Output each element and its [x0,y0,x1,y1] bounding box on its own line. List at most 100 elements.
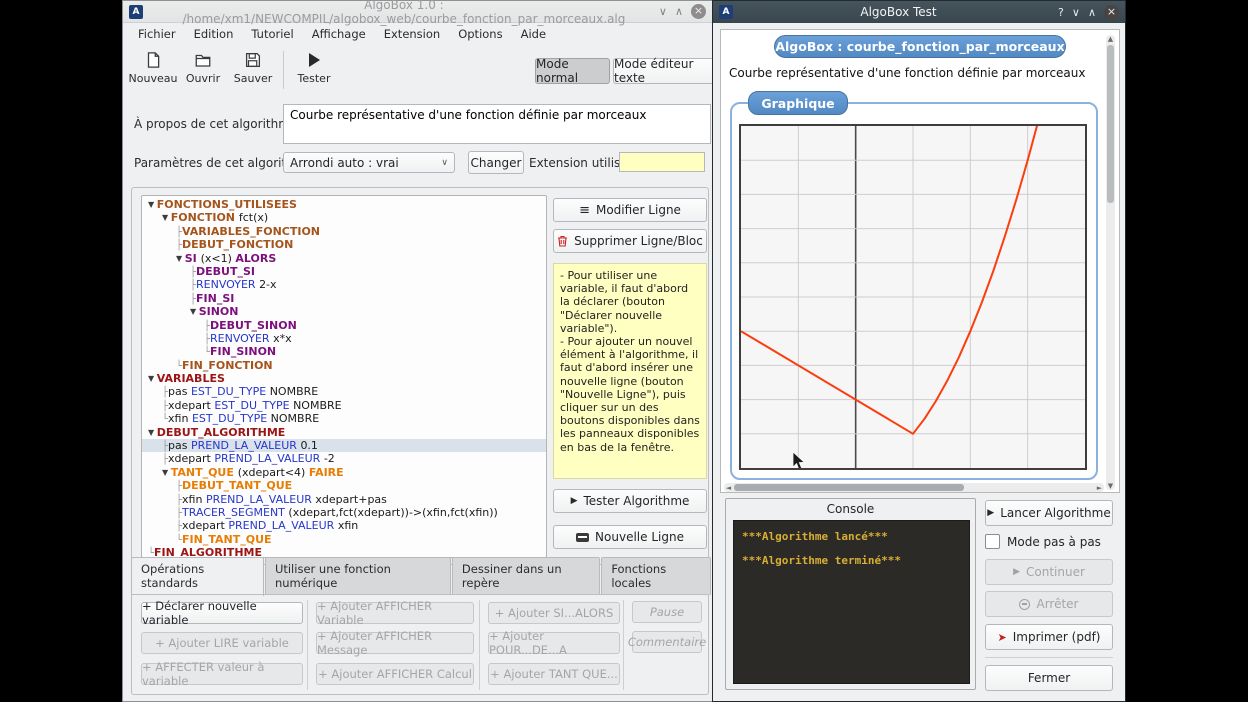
expand-icon[interactable]: ▼ [190,307,199,316]
tree-row[interactable]: ├FIN_SI [142,292,546,305]
tree-row[interactable]: ├xdepart PREND_LA_VALEUR -2 [142,452,546,465]
tree-row[interactable]: ├TRACER_SEGMENT (xdepart,fct(xdepart))->… [142,506,546,519]
tree-row[interactable]: ▼ SINON [142,305,546,318]
panel-button[interactable]: + AFFECTER valeur à variable [141,663,303,685]
tree-row[interactable]: ├xfin PREND_LA_VALEUR xdepart+pas [142,493,546,506]
tree-row[interactable]: ▼ FONCTIONS_UTILISEES [142,198,546,211]
panel-button[interactable]: + Ajouter AFFICHER Message [316,632,474,654]
tree-token: FAIRE [309,466,344,479]
mode-editor-button[interactable]: Mode éditeur texte [613,58,725,84]
tree-token: (xdepart<4) [238,466,309,479]
open-button[interactable]: Ouvrir [181,49,225,91]
panel-button[interactable]: + Ajouter TANT QUE... [488,663,620,685]
tree-row[interactable]: └FIN_SINON [142,345,546,358]
tab-fonctions[interactable]: Fonctions locales [601,557,711,595]
minimize-icon[interactable]: ∨ [659,6,667,17]
panel-button[interactable]: Pause [632,601,702,623]
tab-utiliser[interactable]: Utiliser une fonction numérique [265,557,451,595]
expand-icon[interactable]: ▼ [148,200,157,209]
algorithm-tree[interactable]: ▼ FONCTIONS_UTILISEES▼ FONCTION fct(x)├V… [141,195,547,558]
tree-row[interactable]: ├DEBUT_SINON [142,319,546,332]
expand-icon[interactable]: ▼ [162,213,171,222]
print-pdf-button[interactable]: ➤ Imprimer (pdf) [985,624,1113,650]
tab-dessiner[interactable]: Dessiner dans un repère [452,557,600,595]
panel-button[interactable]: + Ajouter LIRE variable [141,632,303,654]
stop-button[interactable]: Arrêter [985,591,1113,617]
vertical-scrollbar[interactable]: ▲ ▼ [1106,35,1115,490]
params-select[interactable]: Arrondi auto : vrai ∨ [283,152,455,173]
tree-row[interactable]: ├RENVOYER 2-x [142,278,546,291]
change-button[interactable]: Changer [468,151,524,174]
help-icon[interactable]: ? [1058,7,1064,18]
scroll-down-icon[interactable]: ▼ [1106,482,1115,490]
tree-row[interactable]: ├pas PREND_LA_VALEUR 0.1 [142,439,546,452]
graph-label-badge: Graphique [748,91,848,115]
menu-fichier[interactable]: Fichier [129,24,185,44]
close-button[interactable]: Fermer [985,665,1113,691]
tree-token: xdepart [182,519,228,532]
expand-icon[interactable]: ▼ [148,428,157,437]
panel-button[interactable]: + Déclarer nouvelle variable [141,602,303,624]
tree-row[interactable]: ├RENVOYER x*x [142,332,546,345]
expand-icon[interactable]: ▼ [162,468,171,477]
test-algorithm-button[interactable]: ▶ Tester Algorithme [553,489,707,513]
tree-row[interactable]: ▼ FONCTION fct(x) [142,211,546,224]
scroll-right-icon[interactable]: ► [1095,484,1104,492]
save-button[interactable]: Sauver [229,49,277,91]
menu-extension[interactable]: Extension [375,24,449,44]
tree-row[interactable]: └xfin EST_DU_TYPE NOMBRE [142,412,546,425]
menu-aide[interactable]: Aide [512,24,555,44]
tree-row[interactable]: ├xdepart EST_DU_TYPE NOMBRE [142,399,546,412]
maximize-icon[interactable]: ∧ [1088,7,1096,18]
scrollbar-thumb[interactable] [1107,45,1114,203]
scroll-left-icon[interactable]: ◄ [724,484,733,492]
tree-row[interactable]: ├DEBUT_SI [142,265,546,278]
tree-row[interactable]: ├xdepart PREND_LA_VALEUR xfin [142,519,546,532]
tree-token: PREND_LA_VALEUR [214,452,323,465]
tree-row[interactable]: ▼ VARIABLES [142,372,546,385]
menu-options[interactable]: Options [449,24,511,44]
tree-row[interactable]: └FIN_FONCTION [142,359,546,372]
graph-canvas[interactable] [739,124,1087,470]
close-icon[interactable]: × [691,4,706,19]
test-button[interactable]: Tester [291,49,337,91]
toolbar: Nouveau Ouvrir Sauver Tester Mode normal… [123,45,712,93]
minimize-icon[interactable]: ∨ [1072,7,1080,18]
modify-line-button[interactable]: ≡ Modifier Ligne [553,198,707,222]
panel-button[interactable]: + Ajouter SI...ALORS [488,602,620,624]
panel-button[interactable]: Commentaire [632,631,702,653]
tab-opérations[interactable]: Opérations standards [131,557,264,596]
panel-button[interactable]: + Ajouter AFFICHER Variable [316,602,474,624]
tree-row[interactable]: ├VARIABLES_FONCTION [142,225,546,238]
menu-affichage[interactable]: Affichage [303,24,375,44]
panel-button[interactable]: + Ajouter POUR...DE...A [488,632,620,654]
scroll-up-icon[interactable]: ▲ [1106,35,1115,43]
about-textarea[interactable]: Courbe représentative d'une fonction déf… [283,104,711,144]
expand-icon[interactable]: ▼ [148,374,157,383]
panel-button[interactable]: + Ajouter AFFICHER Calcul [316,663,474,685]
scrollbar-thumb[interactable] [734,484,964,491]
menu-tutoriel[interactable]: Tutoriel [242,24,302,44]
mode-normal-button[interactable]: Mode normal [535,58,610,84]
continue-button[interactable]: ▶ Continuer [985,559,1113,585]
tree-row[interactable]: └FIN_TANT_QUE [142,533,546,546]
tree-row[interactable]: ├DEBUT_FONCTION [142,238,546,251]
new-button[interactable]: Nouveau [129,49,177,91]
delete-line-button[interactable]: Supprimer Ligne/Bloc [553,229,707,253]
tree-row[interactable]: ▼ TANT_QUE (xdepart<4) FAIRE [142,466,546,479]
step-mode-row: Mode pas à pas [985,534,1101,549]
extension-input[interactable] [619,152,705,172]
step-mode-checkbox[interactable] [985,534,1000,549]
expand-icon[interactable]: ▼ [176,254,185,263]
tree-row[interactable]: ▼ DEBUT_ALGORITHME [142,426,546,439]
tree-row[interactable]: ▼ SI (x<1) ALORS [142,252,546,265]
maximize-icon[interactable]: ∧ [675,6,683,17]
tree-token: DEBUT_SINON [210,319,297,332]
menu-edition[interactable]: Edition [185,24,243,44]
new-line-button[interactable]: Nouvelle Ligne [553,525,707,549]
tree-row[interactable]: ├DEBUT_TANT_QUE [142,479,546,492]
horizontal-scrollbar[interactable]: ◄ ► [724,483,1104,492]
tree-row[interactable]: ├pas EST_DU_TYPE NOMBRE [142,385,546,398]
run-algorithm-button[interactable]: ▶ Lancer Algorithme [985,500,1113,526]
close-icon[interactable]: × [1104,5,1119,20]
